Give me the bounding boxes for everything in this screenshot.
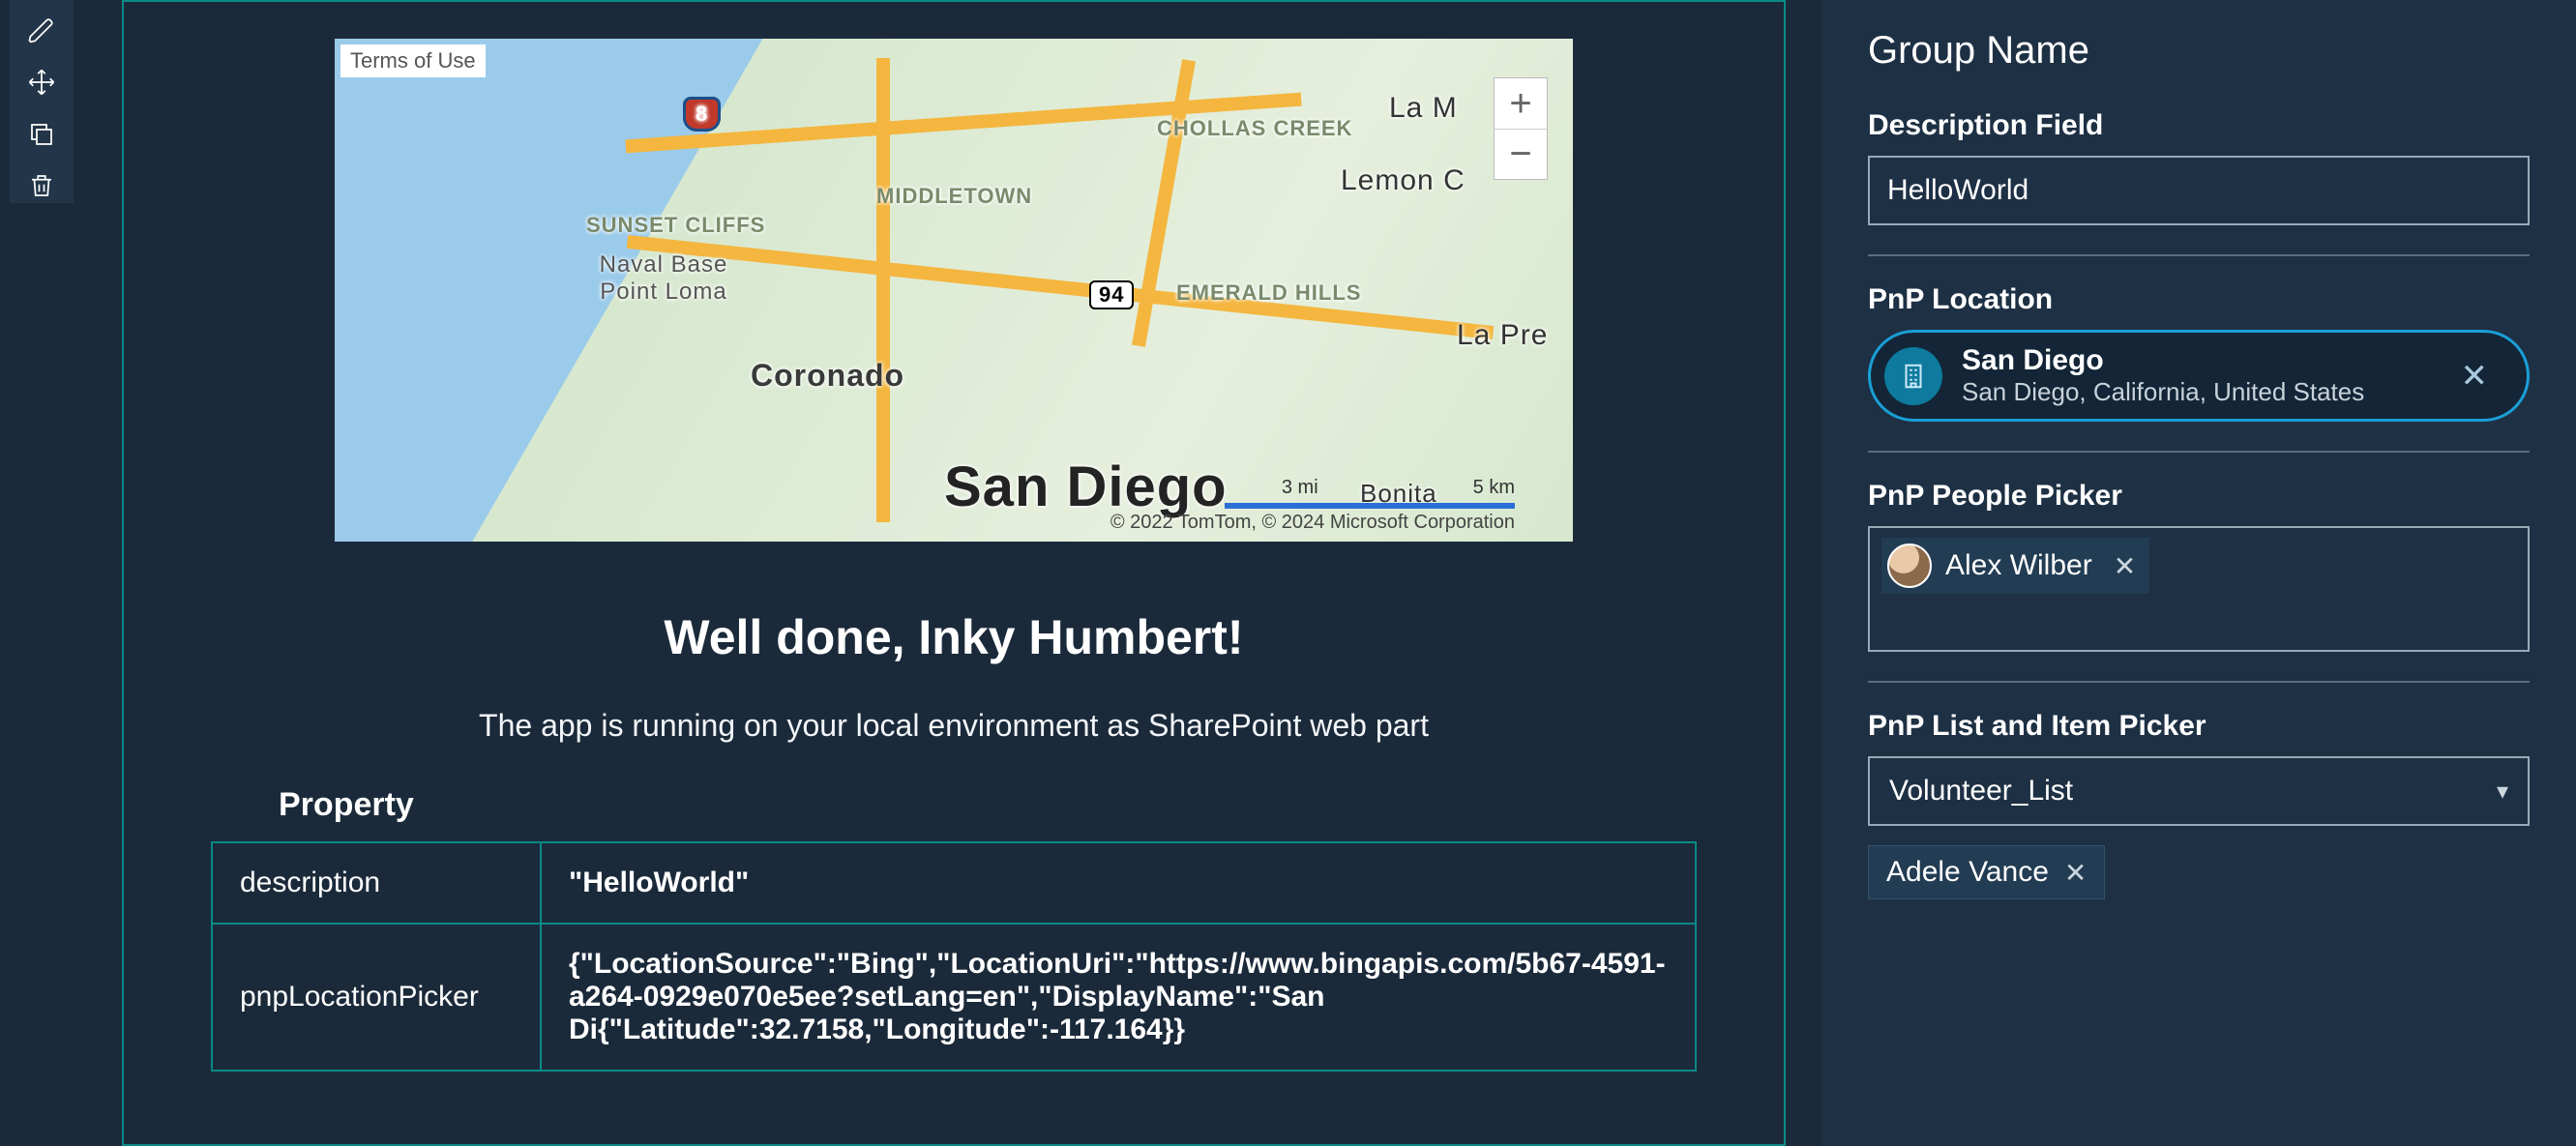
divider: [1868, 451, 2530, 453]
location-label: PnP Location: [1868, 283, 2530, 316]
item-name: Adele Vance: [1886, 856, 2049, 889]
zoom-out-button[interactable]: −: [1495, 129, 1547, 179]
location-subtitle: San Diego, California, United States: [1962, 377, 2432, 407]
person-chip[interactable]: Alex Wilber ✕: [1881, 538, 2149, 594]
map-label-middletown: MIDDLETOWN: [876, 184, 1032, 209]
person-name: Alex Wilber: [1945, 549, 2092, 582]
delete-button[interactable]: [22, 169, 61, 204]
map-label-emerald: EMERALD HILLS: [1176, 280, 1361, 306]
map-label-la-pre: La Pre: [1457, 319, 1548, 352]
map-label-coronado: Coronado: [751, 358, 904, 394]
map-label-chollas: CHOLLAS CREEK: [1157, 116, 1352, 141]
hwy8-shield: 8: [683, 97, 721, 132]
move-icon: [27, 68, 56, 97]
webpart-canvas: Terms of Use 8 94 San Diego Coronado: [74, 0, 1786, 1146]
map-label-san-diego: San Diego: [944, 455, 1228, 519]
people-label: PnP People Picker: [1868, 480, 2530, 513]
map-scale-mi: 3 mi: [1282, 477, 1318, 499]
description-label: Description Field: [1868, 109, 2530, 142]
table-row: description "HelloWorld": [212, 842, 1696, 924]
map-scale-km: 5 km: [1473, 477, 1515, 499]
webpart-selection[interactable]: Terms of Use 8 94 San Diego Coronado: [122, 0, 1786, 1146]
map-label-la-m: La M: [1389, 92, 1458, 125]
map-scale-bar: [1225, 503, 1515, 509]
prop-key: description: [212, 842, 541, 924]
map-zoom-controls: + −: [1494, 77, 1548, 180]
avatar: [1887, 544, 1932, 588]
subline: The app is running on your local environ…: [211, 708, 1697, 744]
map-label-naval-base: Naval Base Point Loma: [596, 251, 731, 306]
chevron-down-icon: ▾: [2497, 778, 2508, 806]
pencil-icon: [27, 16, 56, 45]
map-copyright: © 2022 TomTom, © 2024 Microsoft Corporat…: [1110, 512, 1515, 534]
table-row: pnpLocationPicker {"LocationSource":"Bin…: [212, 924, 1696, 1071]
item-remove-button[interactable]: ✕: [2064, 857, 2087, 889]
hwy94-shield: 94: [1089, 280, 1134, 309]
webpart-toolbar: [10, 0, 74, 203]
move-button[interactable]: [22, 66, 61, 101]
copy-icon: [27, 120, 56, 149]
people-picker[interactable]: Alex Wilber ✕: [1868, 526, 2530, 652]
map-label-lemon: Lemon C: [1341, 164, 1466, 197]
map-label-sunset-cliffs: SUNSET CLIFFS: [586, 213, 765, 238]
list-selected: Volunteer_List: [1889, 775, 2073, 808]
location-clear-button[interactable]: ✕: [2451, 351, 2499, 401]
person-remove-button[interactable]: ✕: [2106, 550, 2136, 582]
trash-icon: [27, 171, 56, 200]
divider: [1868, 254, 2530, 256]
list-dropdown[interactable]: Volunteer_List ▾: [1868, 756, 2530, 826]
prop-key: pnpLocationPicker: [212, 924, 541, 1071]
duplicate-button[interactable]: [22, 117, 61, 152]
item-chip[interactable]: Adele Vance ✕: [1868, 845, 2105, 899]
list-label: PnP List and Item Picker: [1868, 710, 2530, 743]
description-input[interactable]: [1868, 156, 2530, 225]
property-header: Property: [279, 786, 1697, 824]
location-title: San Diego: [1962, 344, 2432, 377]
divider: [1868, 681, 2530, 683]
headline: Well done, Inky Humbert!: [211, 609, 1697, 665]
property-pane: Group Name Description Field PnP Locatio…: [1821, 0, 2576, 1146]
group-title: Group Name: [1868, 29, 2530, 73]
property-table: description "HelloWorld" pnpLocationPick…: [211, 841, 1697, 1072]
map[interactable]: Terms of Use 8 94 San Diego Coronado: [335, 39, 1573, 542]
zoom-in-button[interactable]: +: [1495, 78, 1547, 129]
building-icon: [1884, 347, 1942, 405]
prop-value: {"LocationSource":"Bing","LocationUri":"…: [541, 924, 1696, 1071]
edit-button[interactable]: [22, 14, 61, 48]
map-scale: 3 mi 5 km: [1282, 477, 1515, 499]
location-chip[interactable]: San Diego San Diego, California, United …: [1868, 330, 2530, 422]
prop-value: "HelloWorld": [541, 842, 1696, 924]
